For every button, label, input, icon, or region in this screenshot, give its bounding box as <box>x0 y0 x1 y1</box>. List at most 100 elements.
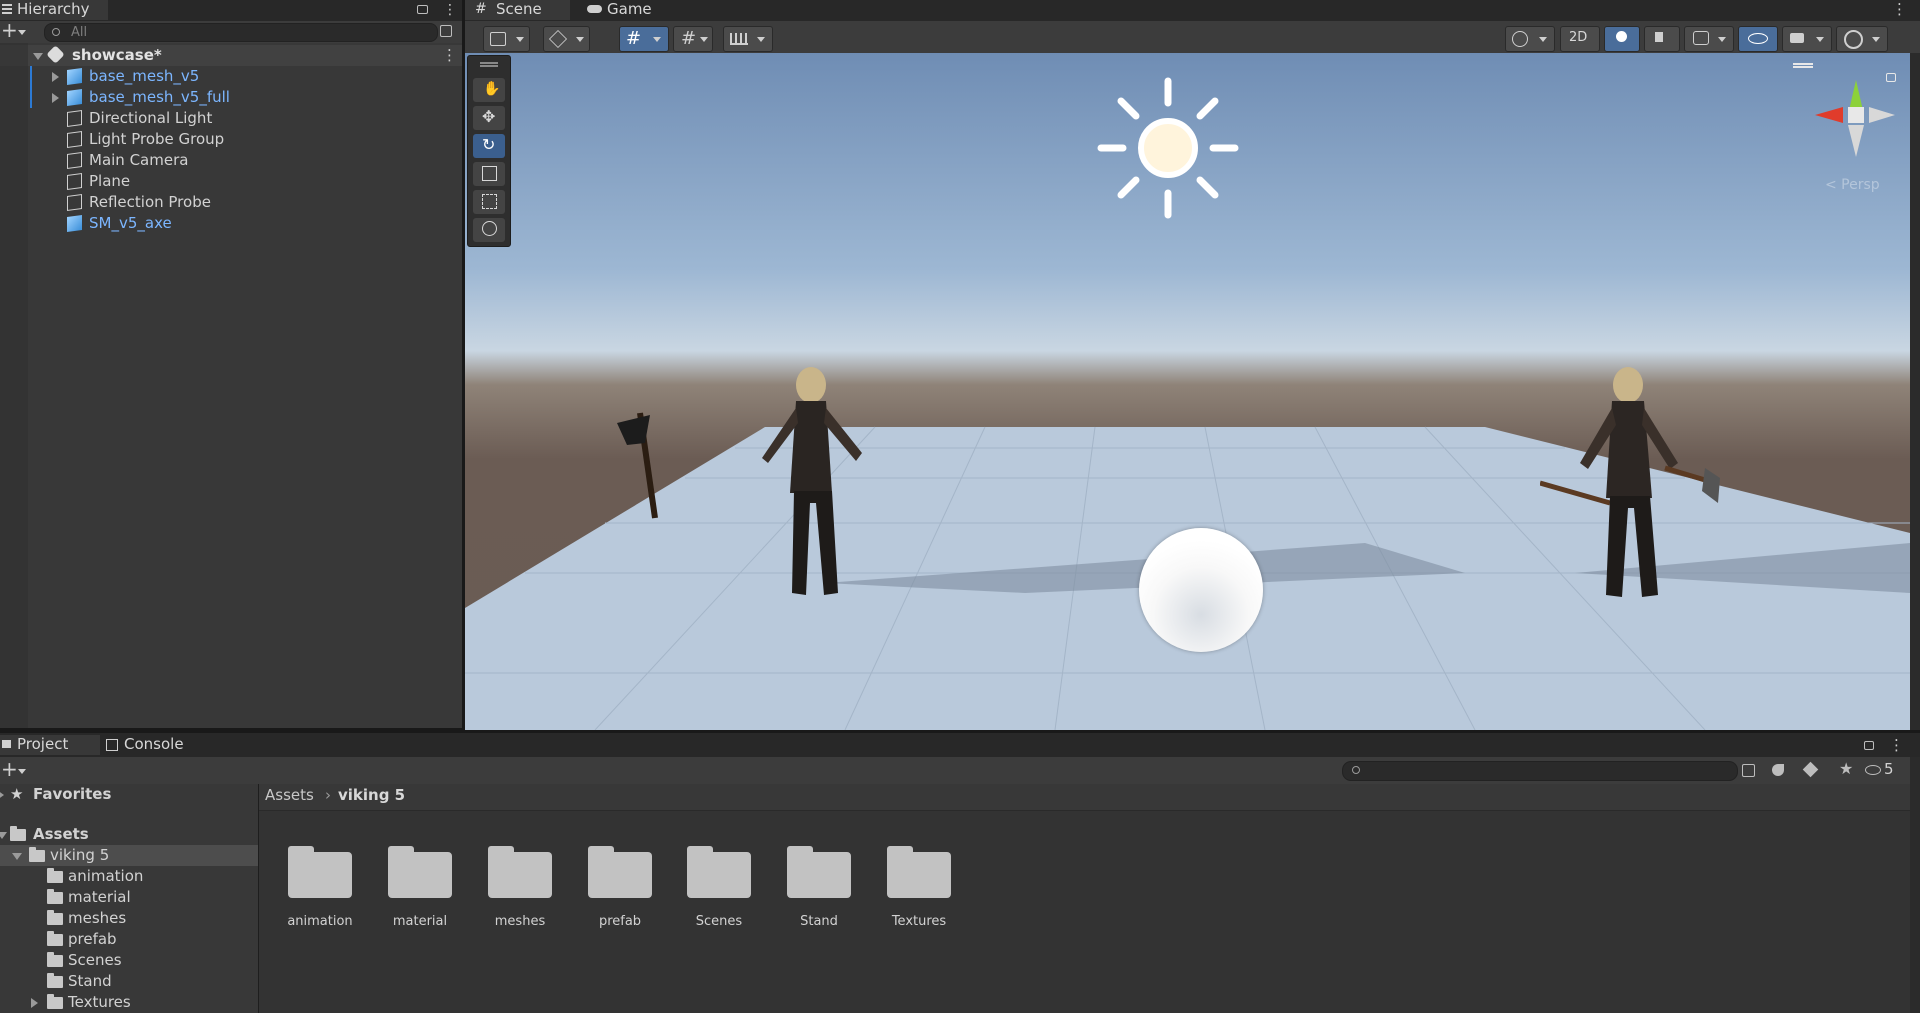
grid-snap-button[interactable]: # <box>619 26 669 52</box>
asset-folder-prefab[interactable]: prefab <box>570 840 670 929</box>
increment-snap-button[interactable] <box>723 26 773 52</box>
folder-icon <box>47 889 63 904</box>
hierarchy-item-reflection-probe[interactable]: Reflection Probe <box>0 192 462 213</box>
scene-scrollbar[interactable] <box>1910 53 1920 730</box>
tab-game-label: Game <box>607 0 652 18</box>
subfolder-scenes[interactable]: Scenes <box>0 950 258 971</box>
rotate-tool-button[interactable]: ↻ <box>473 134 505 158</box>
subfolder-animation[interactable]: animation <box>0 866 258 887</box>
subfolder-material[interactable]: material <box>0 887 258 908</box>
effects-button[interactable] <box>1684 26 1734 52</box>
hidden-packages-icon[interactable] <box>1865 765 1881 775</box>
create-add-icon[interactable]: + <box>1 757 18 781</box>
expand-arrow-icon[interactable] <box>52 72 59 82</box>
scale-tool-button[interactable] <box>473 162 505 186</box>
scene-viewport[interactable]: ✋ ✥ ↻ < Persp <box>465 53 1910 730</box>
folder-viking-5-row[interactable]: viking 5 <box>0 845 258 866</box>
expand-arrow-icon[interactable] <box>12 853 22 860</box>
tab-project[interactable]: Project <box>0 735 100 755</box>
hidden-count: 5 <box>1884 760 1894 778</box>
viking-character-right[interactable] <box>1539 363 1720 608</box>
item-label: Plane <box>89 172 131 190</box>
directional-light-gizmo[interactable] <box>1097 77 1239 219</box>
tab-scene[interactable]: # Scene <box>465 0 570 20</box>
project-menu-icon[interactable]: ⋮ <box>1889 736 1904 754</box>
add-dropdown-icon[interactable] <box>18 30 26 35</box>
gizmos-button[interactable] <box>1836 26 1888 52</box>
project-scrollbar[interactable] <box>1910 757 1920 1013</box>
project-lock-icon[interactable] <box>1864 741 1874 750</box>
breadcrumb-viking-5[interactable]: viking 5 <box>338 786 405 804</box>
draw-mode-button[interactable] <box>483 26 530 52</box>
persp-label[interactable]: < Persp <box>1825 177 1880 193</box>
axe-prop[interactable] <box>605 403 665 523</box>
hierarchy-item-light-probe-group[interactable]: Light Probe Group <box>0 129 462 150</box>
render-mode-button[interactable] <box>543 26 590 52</box>
dropdown-arrow-icon <box>1816 37 1824 42</box>
tab-hierarchy[interactable]: Hierarchy <box>0 0 108 20</box>
label-tag-icon[interactable] <box>1802 761 1819 778</box>
filter-by-type-icon[interactable] <box>1772 764 1784 776</box>
favorites-row[interactable]: ★ Favorites <box>0 784 258 805</box>
folder-icon <box>887 846 951 898</box>
asset-folder-animation[interactable]: animation <box>270 840 370 929</box>
project-header: Project Console ⋮ <box>0 733 1920 758</box>
orientation-gizmo[interactable]: < Persp <box>1785 55 1905 205</box>
subfolder-textures[interactable]: Textures <box>0 992 258 1013</box>
tab-game[interactable]: Game <box>575 0 655 20</box>
search-by-type-icon[interactable] <box>1742 764 1755 777</box>
favorite-star-icon[interactable]: ★ <box>1839 759 1853 778</box>
2d-mode-button[interactable]: 2D <box>1560 26 1600 52</box>
audio-toggle-button[interactable] <box>1644 26 1680 52</box>
move-tool-button[interactable]: ✥ <box>473 106 505 130</box>
tool-palette: ✋ ✥ ↻ <box>467 55 511 247</box>
asset-folder-scenes[interactable]: Scenes <box>669 840 769 929</box>
scene-visibility-button[interactable] <box>1738 26 1778 52</box>
collapse-arrow-icon[interactable] <box>0 790 4 800</box>
palette-drag-handle[interactable] <box>480 62 498 64</box>
asset-folder-stand[interactable]: Stand <box>769 840 869 929</box>
grid-visibility-button[interactable]: # <box>673 26 713 52</box>
search-options-icon[interactable] <box>440 25 452 37</box>
hierarchy-item-main-camera[interactable]: Main Camera <box>0 150 462 171</box>
add-icon[interactable]: + <box>1 19 18 41</box>
asset-folder-label: meshes <box>494 914 546 929</box>
hierarchy-item-base-mesh-v5[interactable]: base_mesh_v5 <box>0 66 462 87</box>
breadcrumb-assets[interactable]: Assets <box>265 786 314 804</box>
asset-folder-material[interactable]: material <box>370 840 470 929</box>
shading-mode-button[interactable] <box>1505 26 1555 52</box>
hierarchy-search-input[interactable]: All <box>44 23 438 42</box>
scene-name: showcase* <box>72 46 162 64</box>
expand-arrow-icon[interactable] <box>33 53 43 60</box>
hierarchy-item-directional-light[interactable]: Directional Light <box>0 108 462 129</box>
lighting-toggle-button[interactable] <box>1604 26 1640 52</box>
expand-arrow-icon[interactable] <box>31 998 38 1008</box>
create-dropdown-icon[interactable] <box>18 769 26 774</box>
hand-tool-button[interactable]: ✋ <box>473 78 505 102</box>
hierarchy-item-plane[interactable]: Plane <box>0 171 462 192</box>
subfolder-meshes[interactable]: meshes <box>0 908 258 929</box>
rect-tool-button[interactable] <box>473 190 505 214</box>
transform-tool-button[interactable] <box>473 218 505 242</box>
hierarchy-item-base-mesh-v5-full[interactable]: base_mesh_v5_full <box>0 87 462 108</box>
hierarchy-scene-row[interactable]: showcase* ⋮ <box>0 45 462 66</box>
asset-folder-textures[interactable]: Textures <box>869 840 969 929</box>
subfolder-stand[interactable]: Stand <box>0 971 258 992</box>
lock-icon[interactable] <box>417 5 428 14</box>
project-search-input[interactable] <box>1342 761 1738 781</box>
camera-settings-button[interactable] <box>1782 26 1832 52</box>
assets-row[interactable]: Assets <box>0 824 258 845</box>
viking-character-left[interactable] <box>754 363 874 608</box>
hierarchy-item-sm-v5-axe[interactable]: SM_v5_axe <box>0 213 462 234</box>
hierarchy-header: Hierarchy ⋮ <box>0 0 462 22</box>
tab-console[interactable]: Console <box>104 735 204 755</box>
subfolder-prefab[interactable]: prefab <box>0 929 258 950</box>
favorites-label: Favorites <box>33 785 112 803</box>
expand-arrow-icon[interactable] <box>0 832 7 839</box>
asset-folder-meshes[interactable]: meshes <box>470 840 570 929</box>
kebab-menu-icon[interactable]: ⋮ <box>443 1 457 19</box>
reflection-probe-gizmo[interactable] <box>1139 528 1263 652</box>
scene-menu-icon[interactable]: ⋮ <box>1892 0 1907 18</box>
expand-arrow-icon[interactable] <box>52 93 59 103</box>
scene-menu-icon[interactable]: ⋮ <box>442 45 457 66</box>
